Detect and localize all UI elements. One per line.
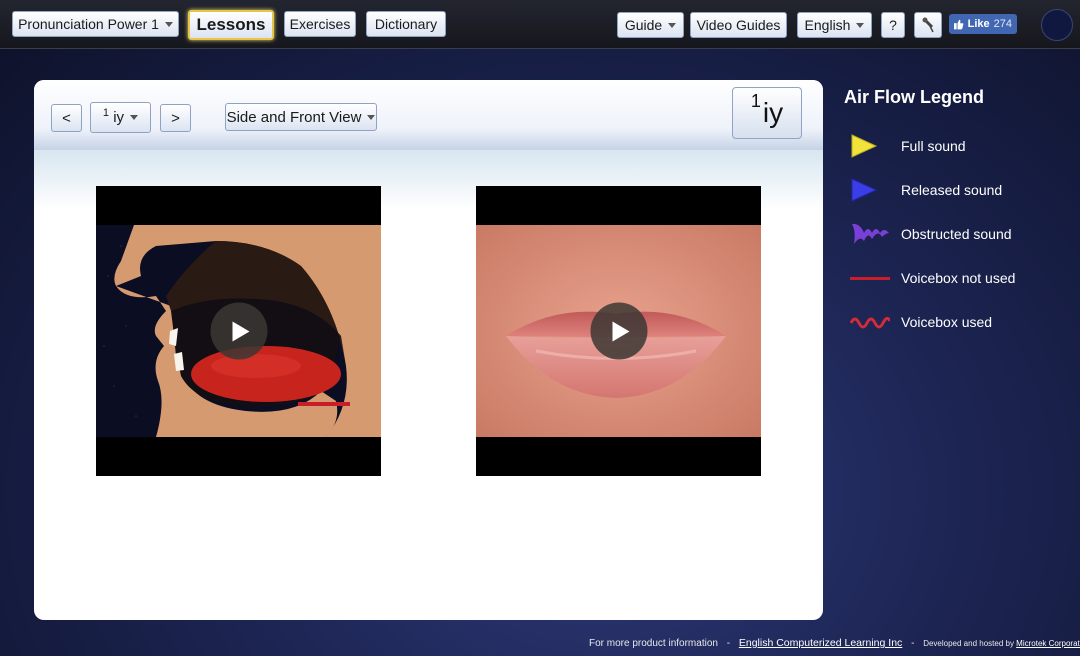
legend-label: Voicebox used <box>901 314 993 330</box>
dictionary-label: Dictionary <box>374 16 438 32</box>
footer-info-text: For more product information <box>589 638 718 649</box>
pin-button[interactable] <box>914 12 942 38</box>
current-sound-display: 1 iy <box>732 87 802 139</box>
top-navigation-bar: Pronunciation Power 1 Lessons Exercises … <box>0 0 1080 49</box>
guide-label: Guide <box>624 17 663 33</box>
chevron-down-icon <box>164 21 173 27</box>
sound-number: 1 <box>102 107 110 119</box>
exercises-button[interactable]: Exercises <box>284 11 356 37</box>
chevron-down-icon <box>130 115 139 120</box>
lesson-toolbar <box>34 80 823 150</box>
purple-wave-icon <box>852 223 889 244</box>
avatar[interactable] <box>1041 9 1073 41</box>
thumbs-up-icon <box>954 19 964 29</box>
facebook-like-count: 274 <box>993 18 1012 30</box>
current-sound-number: 1 <box>750 90 761 111</box>
legend-item-voicebox-used: Voicebox used <box>850 309 992 335</box>
play-icon <box>612 321 630 341</box>
play-button[interactable] <box>590 302 647 360</box>
chevron-down-icon <box>367 114 376 120</box>
previous-sound-button[interactable]: < <box>51 104 82 132</box>
guide-select[interactable]: Guide <box>617 12 684 38</box>
lessons-button[interactable]: Lessons <box>188 10 274 40</box>
course-select-label: Pronunciation Power 1 <box>18 16 159 32</box>
legend-label: Voicebox not used <box>901 270 1016 286</box>
chevron-down-icon <box>856 22 865 28</box>
front-view-video[interactable] <box>476 186 761 476</box>
pin-icon <box>922 17 934 33</box>
red-wave-icon <box>850 316 890 329</box>
course-select[interactable]: Pronunciation Power 1 <box>12 11 179 37</box>
legend-item-full-sound: Full sound <box>850 133 966 159</box>
language-label: English <box>804 17 851 33</box>
facebook-like-label: Like <box>967 18 990 30</box>
legend-label: Released sound <box>901 182 1003 198</box>
video-guides-button[interactable]: Video Guides <box>690 12 787 38</box>
lessons-label: Lessons <box>196 15 266 34</box>
chevron-down-icon <box>668 22 677 28</box>
legend-item-obstructed-sound: Obstructed sound <box>850 221 1012 247</box>
footer-separator: - <box>911 638 915 649</box>
video-guides-label: Video Guides <box>696 17 781 33</box>
side-view-video[interactable] <box>96 186 381 476</box>
legend-item-released-sound: Released sound <box>850 177 1002 203</box>
next-label: > <box>171 109 180 127</box>
current-sound-name: iy <box>762 97 784 128</box>
legend-item-voicebox-not-used: Voicebox not used <box>850 265 1015 291</box>
previous-label: < <box>62 109 71 127</box>
sound-select-label: 1 iy <box>102 107 125 126</box>
footer-dev-text: Developed and hosted by Microtek Corpora… <box>923 639 1080 648</box>
microtek-link[interactable]: Microtek Corporation <box>1016 639 1080 648</box>
blue-triangle-icon <box>851 178 878 202</box>
language-select[interactable]: English <box>797 12 872 38</box>
red-line-icon <box>850 277 890 280</box>
play-icon <box>232 321 250 341</box>
facebook-like-button[interactable]: Like 274 <box>949 14 1017 34</box>
legend-label: Full sound <box>901 138 966 154</box>
legend-title: Air Flow Legend <box>844 87 985 107</box>
help-button[interactable]: ? <box>881 12 905 38</box>
legend-label: Obstructed sound <box>901 226 1012 242</box>
view-select-label: Side and Front View <box>226 108 362 126</box>
footer-separator: - <box>726 638 731 649</box>
next-sound-button[interactable]: > <box>160 104 191 132</box>
exercises-label: Exercises <box>289 16 351 32</box>
view-select[interactable]: Side and Front View <box>225 103 377 131</box>
yellow-triangle-icon <box>851 134 878 158</box>
sound-select[interactable]: 1 iy <box>90 102 151 133</box>
dictionary-button[interactable]: Dictionary <box>366 11 446 37</box>
footer: For more product information - English C… <box>589 637 1080 649</box>
ecl-link[interactable]: English Computerized Learning Inc <box>739 637 902 649</box>
lesson-panel: < 1 iy > Side and Front View 1 iy <box>34 80 823 620</box>
play-button[interactable] <box>210 302 267 360</box>
help-label: ? <box>889 17 897 33</box>
sound-name: iy <box>113 109 125 126</box>
